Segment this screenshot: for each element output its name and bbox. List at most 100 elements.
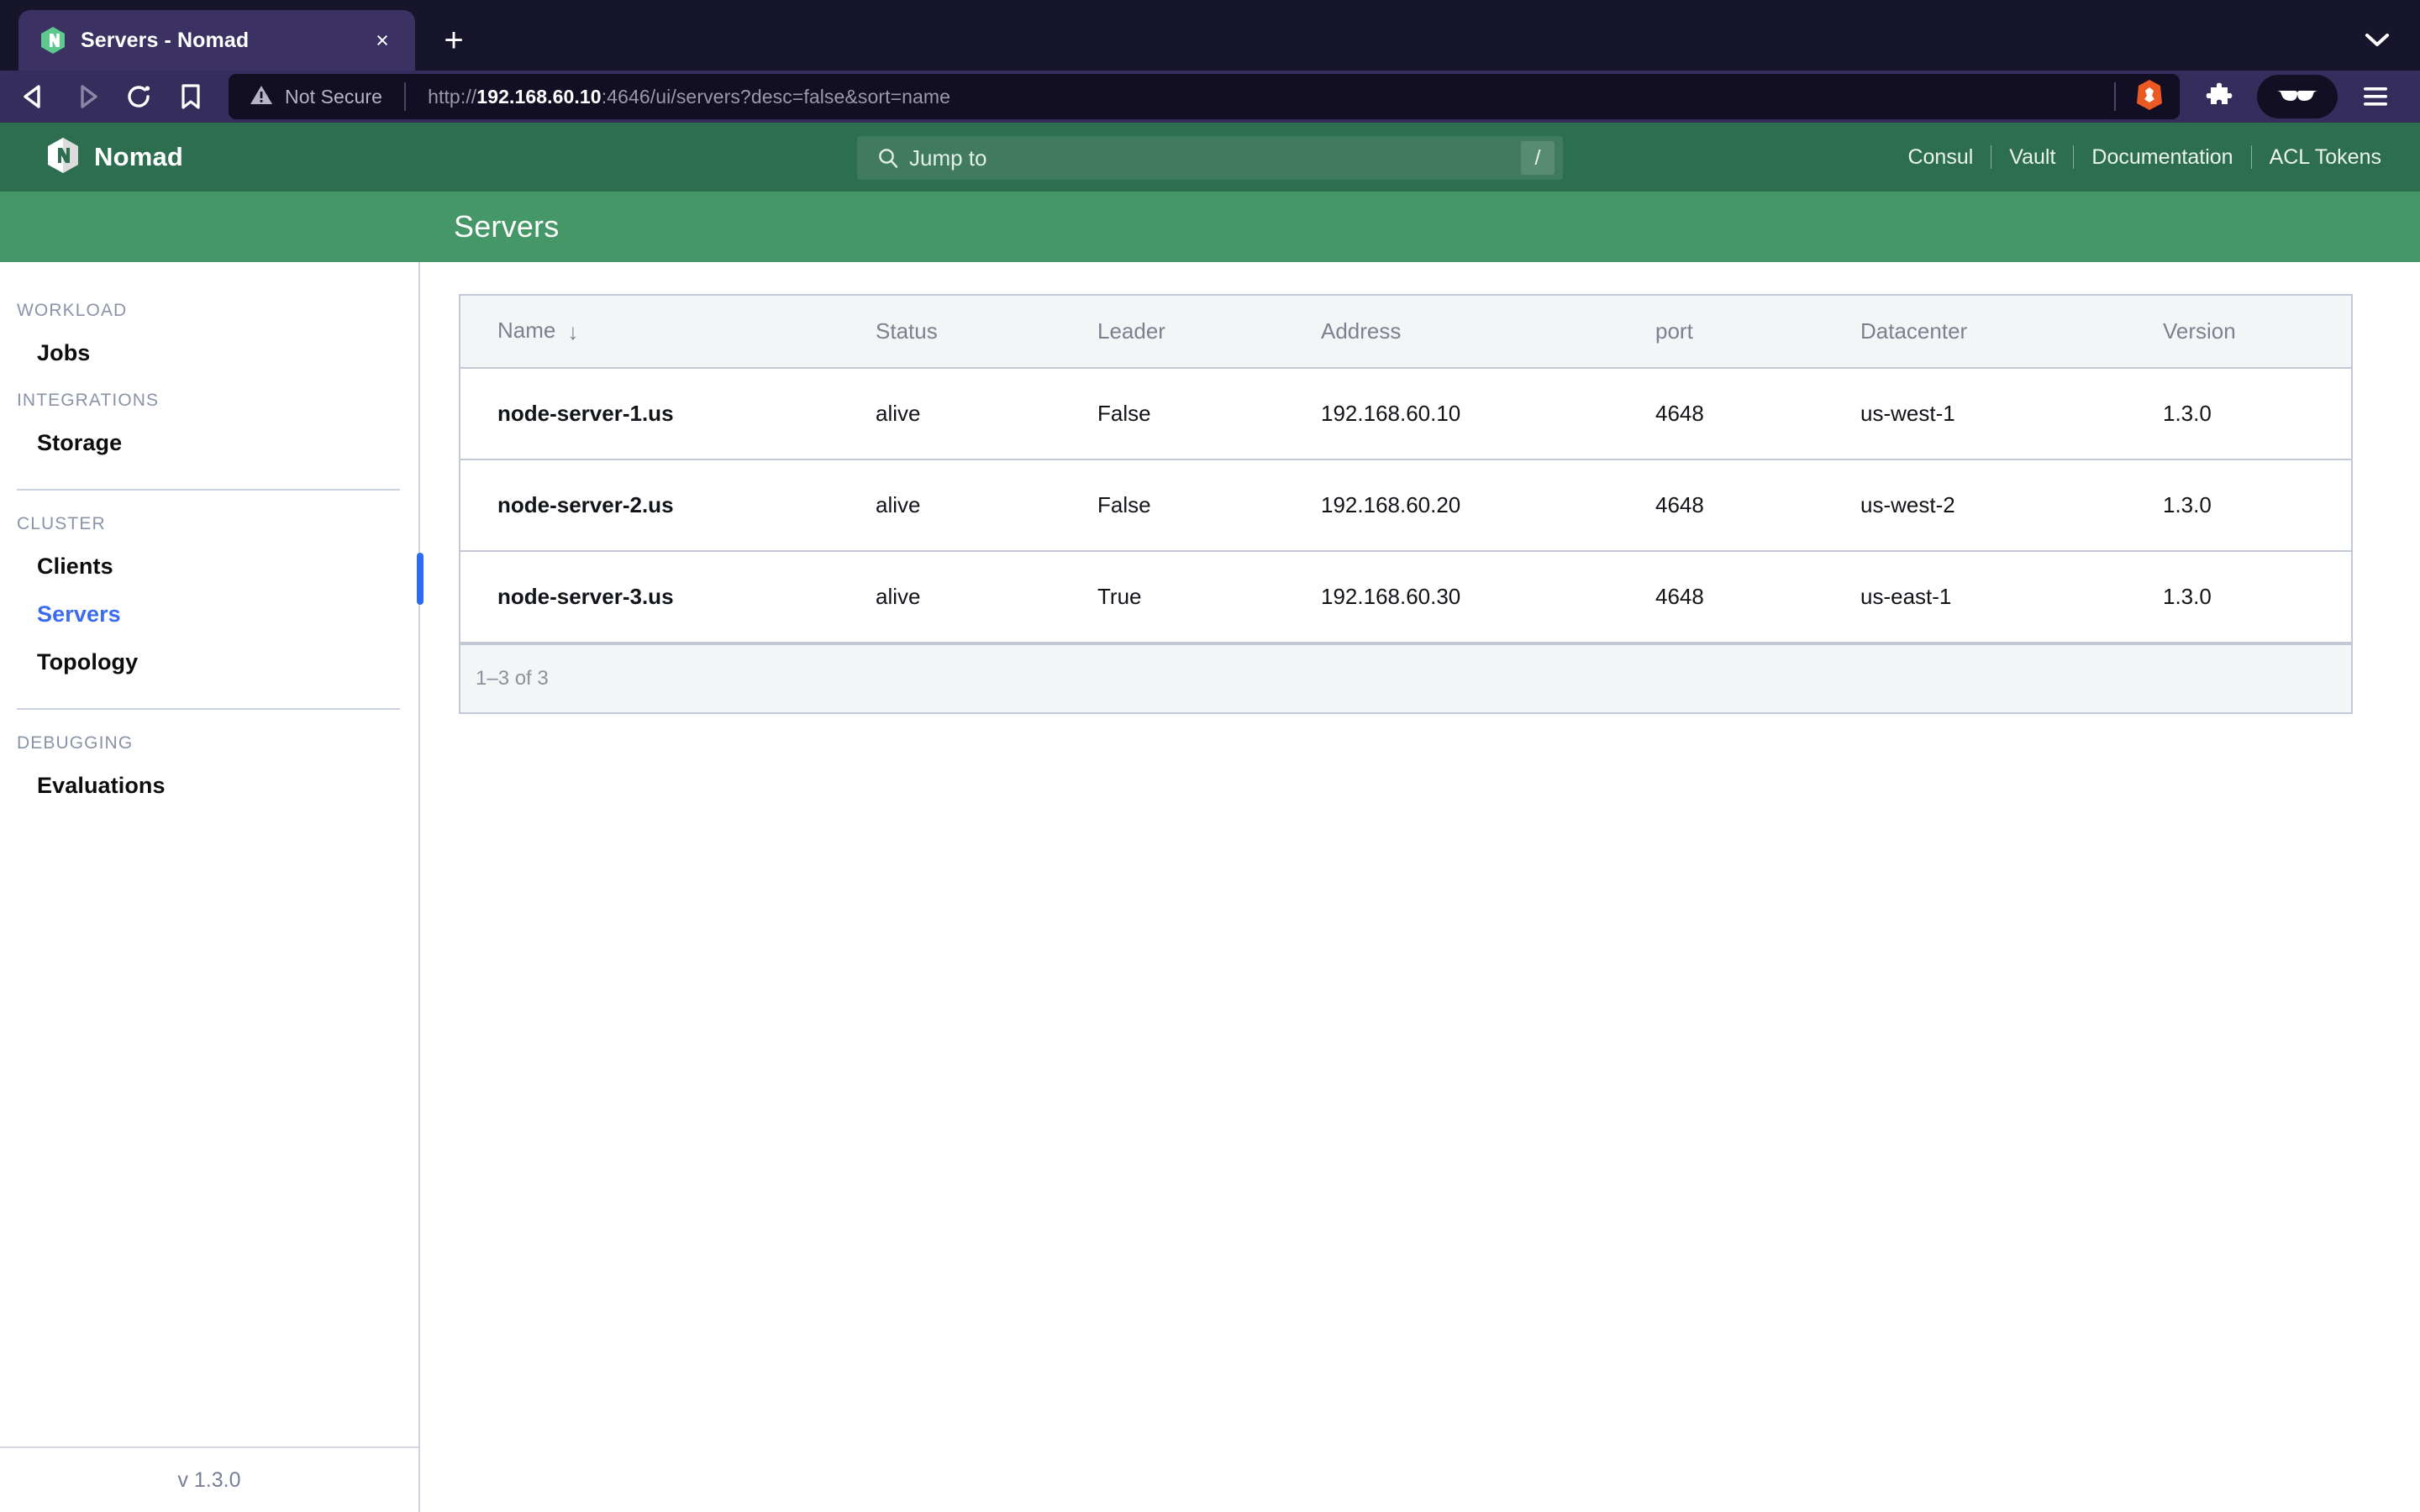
main-content: Name ↓ Status Leader Address port Datacen… (420, 262, 2420, 1512)
column-header-name[interactable]: Name ↓ (460, 296, 876, 369)
cell-port: 4648 (1655, 460, 1860, 552)
table-pagination-row: 1–3 of 3 (460, 643, 2351, 712)
sidebar-item-clients[interactable]: Clients (0, 543, 418, 591)
table-row[interactable]: node-server-2.us alive False 192.168.60.… (460, 460, 2351, 552)
sidebar-section-cluster: CLUSTER (17, 514, 106, 533)
security-label: Not Secure (285, 85, 383, 108)
cell-status: alive (876, 369, 1097, 460)
security-indicator[interactable]: Not Secure (249, 83, 382, 111)
forward-arrow-icon (60, 75, 113, 118)
browser-window: Servers - Nomad × + Not Secure http://19… (0, 0, 2420, 1512)
servers-table: Name ↓ Status Leader Address port Datacen… (459, 294, 2353, 714)
cell-name[interactable]: node-server-3.us (460, 552, 876, 643)
header-link-consul[interactable]: Consul (1890, 145, 1991, 170)
cell-port: 4648 (1655, 369, 1860, 460)
close-icon[interactable]: × (368, 26, 397, 55)
cell-name[interactable]: node-server-2.us (460, 460, 876, 552)
omnibox-divider-2 (2114, 82, 2116, 111)
table-row[interactable]: node-server-3.us alive True 192.168.60.3… (460, 552, 2351, 643)
cell-address: 192.168.60.30 (1321, 552, 1655, 643)
back-arrow-icon[interactable] (8, 75, 60, 118)
cell-version: 1.3.0 (2163, 552, 2351, 643)
url-scheme: http:// (428, 85, 477, 108)
page-subheader: Servers (0, 192, 2420, 262)
column-header-name-label: Name (497, 318, 556, 343)
cell-address: 192.168.60.20 (1321, 460, 1655, 552)
tab-strip: Servers - Nomad × + (0, 0, 2420, 71)
version-footer: v 1.3.0 (0, 1446, 418, 1512)
browser-tab[interactable]: Servers - Nomad × (18, 10, 415, 71)
cell-version: 1.3.0 (2163, 369, 2351, 460)
hamburger-menu-icon[interactable] (2349, 75, 2402, 118)
column-header-status[interactable]: Status (876, 296, 1097, 369)
brave-lion-icon[interactable] (2134, 78, 2165, 116)
sidebar-item-topology[interactable]: Topology (0, 638, 418, 686)
cell-datacenter: us-east-1 (1860, 552, 2163, 643)
page-title: Servers (454, 209, 560, 244)
table-header-row: Name ↓ Status Leader Address port Datacen… (460, 296, 2351, 369)
cell-status: alive (876, 460, 1097, 552)
column-header-version[interactable]: Version (2163, 296, 2351, 369)
header-link-vault[interactable]: Vault (1991, 145, 2073, 170)
omnibox-right-actions (2114, 78, 2180, 116)
browser-toolbar: Not Secure http://192.168.60.10:4646/ui/… (0, 71, 2420, 123)
url-host: 192.168.60.10 (476, 85, 602, 108)
sidebar-item-storage[interactable]: Storage (0, 419, 418, 467)
column-header-datacenter[interactable]: Datacenter (1860, 296, 2163, 369)
cell-leader: False (1097, 460, 1321, 552)
column-header-leader[interactable]: Leader (1097, 296, 1321, 369)
cell-leader: True (1097, 552, 1321, 643)
sidebar-divider (17, 708, 400, 710)
reload-icon[interactable] (113, 75, 165, 118)
nomad-hexagon-icon (40, 26, 66, 55)
brand-name: Nomad (94, 142, 184, 171)
cell-address: 192.168.60.10 (1321, 369, 1655, 460)
cell-datacenter: us-west-2 (1860, 460, 2163, 552)
sort-descending-icon: ↓ (567, 319, 579, 344)
sidebar: WORKLOAD Jobs INTEGRATIONS Storage CLUST… (0, 262, 424, 1512)
body: WORKLOAD Jobs INTEGRATIONS Storage CLUST… (0, 262, 2420, 1512)
pagination-label: 1–3 of 3 (460, 643, 2351, 712)
sidebar-item-evaluations[interactable]: Evaluations (0, 762, 418, 810)
sidebar-section-integrations: INTEGRATIONS (17, 391, 160, 410)
sidebar-item-servers[interactable]: Servers (0, 591, 418, 638)
sidebar-nav: WORKLOAD Jobs INTEGRATIONS Storage CLUST… (0, 262, 418, 1446)
search-shortcut-key: / (1521, 141, 1555, 175)
toolbar-right-icons (2193, 75, 2402, 118)
address-bar[interactable]: Not Secure http://192.168.60.10:4646/ui/… (229, 74, 2180, 119)
header-link-acl-tokens[interactable]: ACL Tokens (2252, 145, 2381, 170)
brave-shields-icon[interactable] (2257, 75, 2338, 118)
sidebar-section-workload: WORKLOAD (17, 301, 128, 320)
table-row[interactable]: node-server-1.us alive False 192.168.60.… (460, 369, 2351, 460)
tab-title: Servers - Nomad (81, 28, 250, 52)
new-tab-button[interactable]: + (430, 17, 477, 64)
cell-version: 1.3.0 (2163, 460, 2351, 552)
puzzle-piece-icon[interactable] (2193, 75, 2245, 118)
url-text: http://192.168.60.10:4646/ui/servers?des… (428, 86, 2114, 108)
sidebar-scrollbar[interactable] (417, 553, 424, 605)
warning-triangle-icon (249, 83, 274, 111)
cell-name[interactable]: node-server-1.us (460, 369, 876, 460)
sidebar-item-jobs[interactable]: Jobs (0, 329, 418, 377)
search-icon (877, 147, 899, 169)
cell-port: 4648 (1655, 552, 1860, 643)
chevron-down-icon[interactable] (2358, 20, 2396, 59)
cell-leader: False (1097, 369, 1321, 460)
cell-status: alive (876, 552, 1097, 643)
sidebar-divider (17, 489, 400, 491)
header-links: Consul Vault Documentation ACL Tokens (1890, 145, 2381, 170)
nomad-logo-icon (47, 137, 79, 178)
table-body: node-server-1.us alive False 192.168.60.… (460, 369, 2351, 712)
omnibox-divider (404, 82, 407, 111)
cell-datacenter: us-west-1 (1860, 369, 2163, 460)
brand[interactable]: Nomad (47, 137, 183, 178)
column-header-address[interactable]: Address (1321, 296, 1655, 369)
search-input[interactable]: Jump to / (857, 136, 1563, 180)
sidebar-section-debugging: DEBUGGING (17, 733, 134, 753)
bookmark-icon[interactable] (165, 75, 217, 118)
url-rest: :4646/ui/servers?desc=false&sort=name (601, 85, 951, 108)
column-header-port[interactable]: port (1655, 296, 1860, 369)
search-placeholder: Jump to (909, 144, 987, 171)
header-link-documentation[interactable]: Documentation (2074, 145, 2250, 170)
table-head: Name ↓ Status Leader Address port Datacen… (460, 296, 2351, 369)
